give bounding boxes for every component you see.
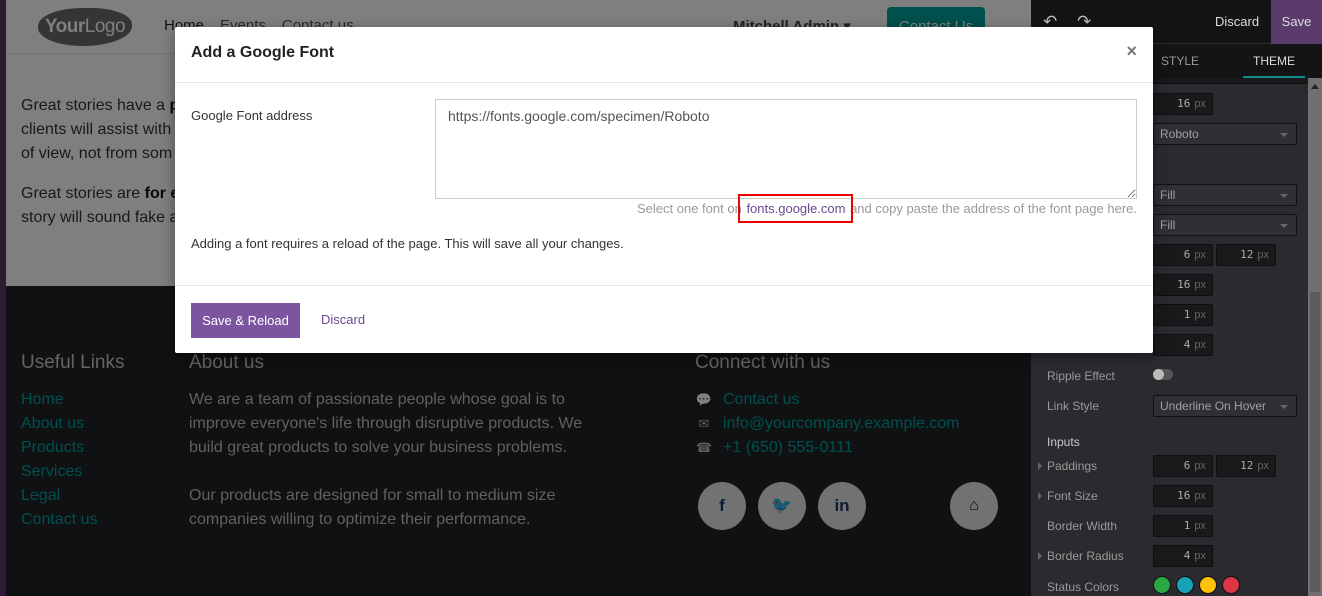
caret-right-icon[interactable] <box>1038 492 1042 500</box>
reload-note: Adding a font requires a reload of the p… <box>191 236 624 251</box>
input-border-width-input[interactable]: 1 px <box>1153 515 1213 537</box>
inputs-section-title: Inputs <box>1047 435 1080 449</box>
input-padding-x-input[interactable]: 12 px <box>1216 455 1276 477</box>
scroll-up-icon[interactable] <box>1311 84 1319 89</box>
option-status-colors: Status Colors <box>1031 576 1307 596</box>
panel-discard-button[interactable]: Discard <box>1203 0 1271 44</box>
font-address-label: Google Font address <box>191 108 313 123</box>
input-border-width-label: Border Width <box>1047 519 1118 533</box>
font-size-input[interactable]: 16 px <box>1153 93 1213 115</box>
modal-footer: Save & Reload Discard <box>175 285 1153 353</box>
fill-select-1[interactable]: Fill <box>1153 184 1297 206</box>
link-style-label: Link Style <box>1047 399 1100 413</box>
modal-title: Add a Google Font <box>191 44 335 61</box>
status-color-info[interactable] <box>1176 576 1194 594</box>
button-border-radius-input[interactable]: 4 px <box>1153 334 1213 356</box>
status-color-danger[interactable] <box>1222 576 1240 594</box>
input-font-size-input[interactable]: 16 px <box>1153 485 1213 507</box>
button-font-size-input[interactable]: 16 px <box>1153 274 1213 296</box>
option-link-style: Link Style Underline On Hover <box>1031 395 1307 417</box>
caret-right-icon[interactable] <box>1038 552 1042 560</box>
link-style-select[interactable]: Underline On Hover <box>1153 395 1297 417</box>
caret-right-icon[interactable] <box>1038 462 1042 470</box>
modal-header: Add a Google Font × <box>175 27 1153 83</box>
input-border-radius-input[interactable]: 4 px <box>1153 545 1213 567</box>
font-address-help: Select one font on fonts.google.com and … <box>637 194 1137 223</box>
ripple-effect-toggle[interactable] <box>1153 369 1173 380</box>
tab-theme[interactable]: THEME <box>1243 54 1305 78</box>
option-ripple-effect: Ripple Effect <box>1031 365 1307 387</box>
close-icon[interactable]: × <box>1126 41 1137 62</box>
scrollbar-thumb[interactable] <box>1310 292 1320 592</box>
button-border-width-input[interactable]: 1 px <box>1153 304 1213 326</box>
option-input-border-radius: Border Radius 4 px <box>1031 545 1307 567</box>
add-google-font-dialog: Add a Google Font × Google Font address … <box>175 27 1153 353</box>
font-address-input[interactable] <box>435 99 1137 199</box>
input-padding-y-input[interactable]: 6 px <box>1153 455 1213 477</box>
panel-save-button[interactable]: Save <box>1271 0 1322 44</box>
input-paddings-label: Paddings <box>1047 459 1098 473</box>
button-group[interactable] <box>1153 78 1322 84</box>
status-colors-label: Status Colors <box>1047 580 1120 594</box>
input-border-radius-label: Border Radius <box>1047 549 1124 563</box>
option-input-font-size: Font Size 16 px <box>1031 485 1307 507</box>
help-text-after: and copy paste the address of the font p… <box>846 201 1137 216</box>
button-padding-x-input[interactable]: 12 px <box>1216 244 1276 266</box>
panel-scrollbar[interactable] <box>1308 78 1322 596</box>
font-family-select[interactable]: Roboto <box>1153 123 1297 145</box>
option-input-paddings: Paddings 6 px 12 px <box>1031 455 1307 477</box>
status-color-success[interactable] <box>1153 576 1171 594</box>
input-font-size-label: Font Size <box>1047 489 1098 503</box>
discard-button[interactable]: Discard <box>321 312 365 327</box>
save-reload-button[interactable]: Save & Reload <box>191 303 300 338</box>
ripple-effect-label: Ripple Effect <box>1047 369 1115 383</box>
option-input-border-width: Border Width 1 px <box>1031 515 1307 537</box>
tab-style[interactable]: STYLE <box>1161 54 1199 68</box>
status-color-warning[interactable] <box>1199 576 1217 594</box>
help-text-before: Select one font on <box>637 201 746 216</box>
google-fonts-link[interactable]: fonts.google.com <box>738 194 854 223</box>
fill-select-2[interactable]: Fill <box>1153 214 1297 236</box>
button-padding-y-input[interactable]: 6 px <box>1153 244 1213 266</box>
